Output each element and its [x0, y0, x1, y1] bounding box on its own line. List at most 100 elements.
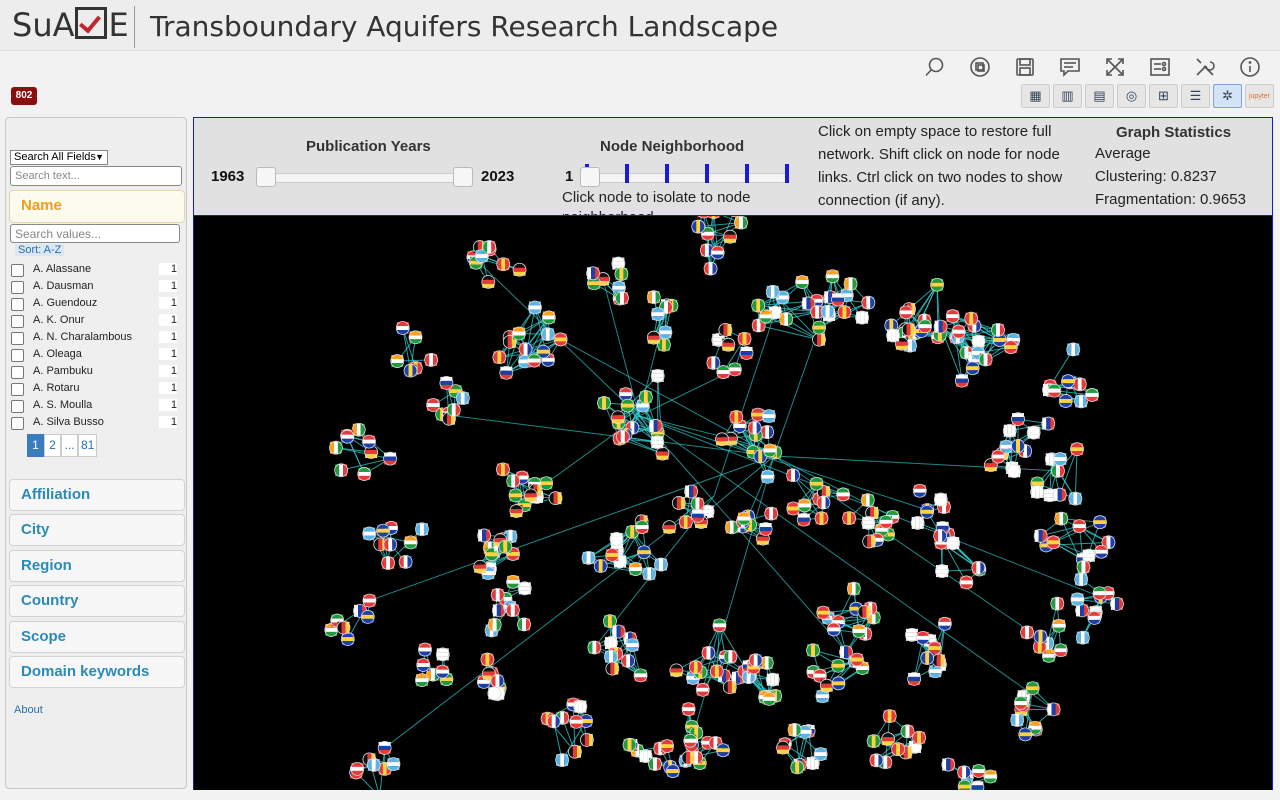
graph-node[interactable] [691, 219, 706, 234]
graph-node[interactable] [611, 624, 626, 639]
graph-node[interactable] [760, 425, 775, 439]
graph-node[interactable] [826, 622, 841, 637]
graph-node[interactable] [490, 588, 505, 602]
graph-node[interactable] [395, 321, 410, 335]
graph-node[interactable] [836, 487, 851, 502]
graph-node[interactable] [455, 391, 470, 406]
graph-node[interactable] [678, 515, 693, 529]
graph-node[interactable] [1050, 596, 1065, 611]
graph-node[interactable] [553, 332, 568, 347]
graph-node[interactable] [622, 737, 637, 752]
graph-node[interactable] [506, 474, 521, 488]
graph-node[interactable] [376, 523, 390, 538]
graph-node[interactable] [879, 514, 893, 529]
graph-node[interactable] [671, 496, 686, 510]
graph-node[interactable] [509, 504, 524, 518]
page-button[interactable]: 81 [78, 434, 98, 457]
graph-node[interactable] [855, 310, 870, 325]
spreadsheet-view-button[interactable]: ⊞ [1149, 84, 1178, 108]
graph-node[interactable] [1061, 374, 1075, 389]
graph-node[interactable] [683, 733, 698, 748]
graph-node[interactable] [650, 435, 665, 450]
graph-node[interactable] [517, 581, 532, 596]
graph-node[interactable] [415, 673, 429, 688]
graph-node[interactable] [569, 714, 584, 729]
graph-node[interactable] [499, 365, 514, 380]
graph-node[interactable] [646, 330, 661, 345]
graph-node[interactable] [1068, 491, 1083, 506]
graph-node[interactable] [618, 387, 633, 402]
graph-node[interactable] [621, 653, 636, 668]
graph-node[interactable] [587, 640, 602, 655]
graph-node[interactable] [1051, 463, 1065, 478]
graph-node[interactable] [528, 300, 542, 315]
name-row[interactable]: A. Dausman 1 [10, 278, 180, 295]
graph-node[interactable] [1053, 452, 1068, 466]
graph-node[interactable] [660, 739, 675, 754]
value-search-input[interactable]: Search values... [10, 224, 180, 243]
graph-node[interactable] [886, 328, 900, 343]
graph-node[interactable] [765, 284, 780, 299]
fullscreen-button[interactable] [1092, 54, 1137, 80]
graph-node[interactable] [787, 723, 802, 737]
graph-node[interactable] [390, 354, 405, 368]
graph-node[interactable] [1041, 416, 1056, 431]
graph-node[interactable] [1074, 572, 1089, 587]
graph-node[interactable] [605, 661, 620, 676]
graph-node[interactable] [541, 310, 556, 325]
graph-node[interactable] [615, 291, 629, 306]
page-button[interactable]: 2 [44, 434, 61, 457]
name-row[interactable]: A. Rotaru 1 [10, 380, 180, 397]
graph-node[interactable] [1076, 560, 1091, 574]
graph-node[interactable] [1072, 519, 1087, 534]
info-button[interactable] [1227, 54, 1272, 80]
tools-button[interactable] [1182, 54, 1227, 80]
name-checkbox[interactable] [11, 349, 24, 362]
graph-node[interactable] [747, 420, 762, 435]
graph-node[interactable] [797, 498, 812, 513]
graph-node[interactable] [941, 757, 956, 772]
graph-node[interactable] [386, 757, 401, 771]
neighborhood-handle[interactable] [580, 167, 600, 187]
name-checkbox[interactable] [11, 400, 24, 413]
graph-node[interactable] [597, 396, 611, 410]
graph-node[interactable] [1033, 528, 1048, 543]
graph-node[interactable] [473, 559, 488, 574]
graph-node[interactable] [959, 575, 974, 590]
graph-node[interactable] [1025, 681, 1040, 696]
graph-node[interactable] [1070, 442, 1084, 457]
graph-node[interactable] [779, 312, 794, 326]
graph-node[interactable] [920, 651, 935, 665]
graph-node[interactable] [336, 620, 351, 635]
graph-node[interactable] [635, 520, 649, 535]
graph-node[interactable] [360, 609, 375, 624]
graph-node[interactable] [860, 493, 875, 508]
graph-node[interactable] [620, 398, 635, 413]
graph-node[interactable] [1011, 439, 1025, 453]
name-checkbox[interactable] [11, 315, 24, 328]
name-checkbox[interactable] [11, 383, 24, 396]
graph-node[interactable] [723, 649, 738, 664]
table-view-button[interactable]: ▤ [1085, 84, 1114, 108]
graph-node[interactable] [1047, 383, 1062, 398]
map-view-button[interactable]: ◎ [1117, 84, 1146, 108]
graph-node[interactable] [334, 463, 349, 478]
graph-node[interactable] [523, 488, 538, 503]
graph-node[interactable] [739, 346, 754, 360]
graph-node[interactable] [907, 671, 922, 686]
graph-node[interactable] [737, 511, 751, 526]
graph-node[interactable] [654, 557, 668, 572]
graph-node[interactable] [933, 492, 948, 507]
graph-node[interactable] [716, 743, 730, 758]
graph-node[interactable] [350, 762, 365, 776]
graph-node[interactable] [548, 491, 563, 506]
graph-node[interactable] [1058, 394, 1073, 408]
graph-node[interactable] [1070, 592, 1085, 607]
graph-node[interactable] [340, 429, 355, 444]
graph-node[interactable] [734, 216, 748, 230]
network-graph[interactable] [193, 216, 1273, 790]
graph-node[interactable] [1046, 702, 1061, 717]
graph-node[interactable] [646, 290, 661, 305]
graph-node[interactable] [842, 511, 857, 526]
graph-node[interactable] [498, 539, 513, 554]
